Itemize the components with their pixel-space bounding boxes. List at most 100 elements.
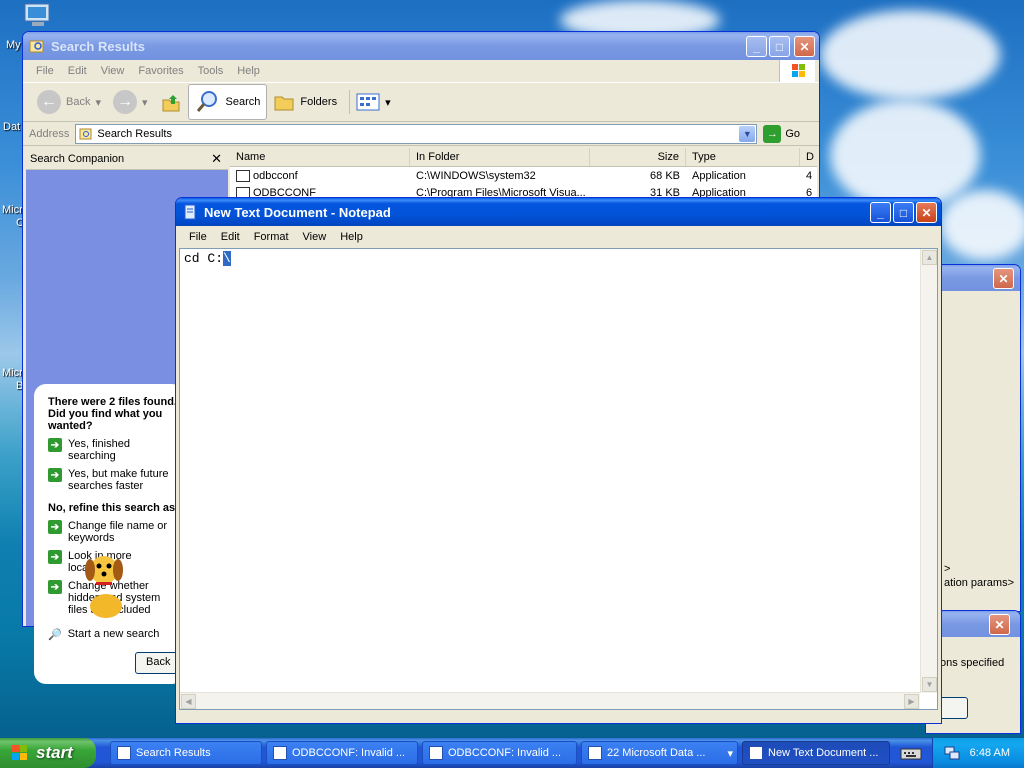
up-folder-button[interactable] [154, 88, 188, 116]
notepad-selection: \ [223, 251, 231, 266]
desktop-label-dat[interactable]: Dat [3, 121, 20, 133]
go-label: Go [785, 127, 801, 140]
taskbar-item-microsoft-data[interactable]: 22 Microsoft Data ... ▾ [581, 741, 738, 765]
search-results-title: Search Results [51, 38, 145, 54]
menu-help[interactable]: Help [333, 229, 370, 245]
search-window-icon [29, 40, 44, 53]
go-button[interactable]: → Go [763, 124, 801, 143]
companion-option[interactable]: ➔ Yes, finished searching [48, 438, 178, 462]
keyboard-icon[interactable] [900, 745, 922, 761]
scroll-up-icon[interactable]: ▲ [922, 250, 937, 265]
table-row[interactable]: odbcconf C:\WINDOWS\system32 68 KB Appli… [230, 167, 817, 184]
start-new-search[interactable]: 🔎 Start a new search [48, 628, 178, 641]
scroll-down-icon[interactable]: ▼ [922, 677, 937, 692]
search-label: Search [225, 96, 261, 108]
desktop-label-my[interactable]: My [6, 39, 21, 51]
folders-button[interactable]: Folders [267, 89, 343, 115]
my-computer-icon[interactable] [22, 2, 54, 30]
close-button[interactable]: ✕ [794, 36, 815, 57]
windows-logo-icon [779, 60, 815, 82]
menu-help[interactable]: Help [230, 63, 267, 79]
close-icon[interactable]: ✕ [993, 268, 1014, 289]
companion-heading: There were 2 files found. Did you find w… [48, 396, 177, 432]
arrow-right-icon: ➔ [48, 580, 62, 594]
taskbar-item-odbcconf-2[interactable]: ODBCCONF: Invalid ... [422, 741, 577, 765]
column-name[interactable]: Name [230, 148, 410, 166]
close-button[interactable]: ✕ [916, 202, 937, 223]
chevron-down-icon: ▾ [727, 747, 733, 760]
search-dog-icon[interactable] [76, 548, 136, 620]
forward-button[interactable]: → ▾ [107, 87, 154, 117]
desktop-label-micr[interactable]: Micr [2, 204, 23, 216]
horizontal-scrollbar[interactable]: ◀ ▶ [180, 692, 920, 709]
start-button[interactable]: start [0, 738, 96, 768]
search-button[interactable]: Search [187, 84, 268, 120]
minimize-button[interactable]: _ [870, 202, 891, 223]
menu-tools[interactable]: Tools [191, 63, 231, 79]
minimize-button[interactable]: _ [746, 36, 767, 57]
system-tray: 6:48 AM [932, 738, 1024, 768]
companion-option[interactable]: ➔ Yes, but make future searches faster [48, 468, 178, 492]
close-icon[interactable]: ✕ [211, 151, 222, 167]
taskbar-item-label: 22 Microsoft Data ... [607, 747, 706, 759]
menu-view[interactable]: View [94, 63, 132, 79]
arrow-right-icon: ➔ [48, 550, 62, 564]
menu-format[interactable]: Format [247, 229, 296, 245]
companion-option-label: Yes, but make future searches faster [68, 468, 169, 492]
notepad-icon [749, 746, 763, 760]
arrow-right-icon: ➔ [48, 468, 62, 482]
notepad-titlebar[interactable]: New Text Document - Notepad _ □ ✕ [176, 198, 941, 226]
column-in-folder[interactable]: In Folder [410, 148, 590, 166]
maximize-button[interactable]: □ [769, 36, 790, 57]
menu-edit[interactable]: Edit [61, 63, 94, 79]
taskbar-item-notepad[interactable]: New Text Document ... [742, 741, 890, 765]
arrow-right-icon: ➔ [48, 438, 62, 452]
address-label: Address [29, 127, 70, 140]
close-icon[interactable]: ✕ [989, 614, 1010, 635]
folders-icon [274, 96, 294, 111]
up-folder-icon [162, 95, 180, 112]
window-icon [588, 746, 602, 760]
row-size: 68 KB [650, 169, 680, 182]
start-new-search-label: Start a new search [67, 628, 160, 640]
search-icon: 🔎 [48, 629, 62, 641]
row-folder: C:\WINDOWS\system32 [416, 169, 536, 182]
taskbar-item-odbcconf-1[interactable]: ODBCCONF: Invalid ... [266, 741, 418, 765]
network-icon[interactable] [944, 745, 960, 761]
scroll-left-icon[interactable]: ◀ [181, 694, 196, 709]
desktop-label-micr-2[interactable]: Micr [2, 367, 23, 379]
row-type: Application [692, 169, 746, 182]
column-size[interactable]: Size [590, 148, 686, 166]
address-field[interactable]: Search Results ▼ [75, 123, 758, 144]
chevron-down-icon[interactable]: ▼ [739, 125, 756, 142]
taskbar-item-search-results[interactable]: Search Results [110, 741, 262, 765]
application-icon [236, 169, 250, 182]
notepad-menubar: File Edit Format View Help [176, 226, 941, 248]
search-results-titlebar[interactable]: Search Results _ □ ✕ [23, 32, 819, 60]
chevron-down-icon: ▾ [95, 96, 101, 109]
maximize-button[interactable]: □ [893, 202, 914, 223]
menu-view[interactable]: View [296, 229, 334, 245]
notepad-window[interactable]: New Text Document - Notepad _ □ ✕ File E… [175, 197, 942, 724]
search-icon [196, 91, 217, 112]
row-date: 4 [806, 169, 813, 182]
menu-favorites[interactable]: Favorites [131, 63, 190, 79]
views-button[interactable]: ▾ [349, 90, 397, 114]
companion-refine-option[interactable]: ➔ Change file name or keywords [48, 520, 178, 544]
back-button[interactable]: ← Back ▾ [31, 87, 107, 117]
clock[interactable]: 6:48 AM [970, 747, 1010, 759]
start-label: start [36, 743, 73, 762]
notepad-text-area[interactable]: cd C:\ ▲ ▼ ◀ ▶ [179, 248, 938, 710]
column-date[interactable]: D [800, 148, 817, 166]
menu-file[interactable]: File [182, 229, 214, 245]
menu-file[interactable]: File [29, 63, 61, 79]
menu-edit[interactable]: Edit [214, 229, 247, 245]
search-companion-bubble: There were 2 files found. Did you find w… [34, 384, 195, 684]
companion-option-label: Yes, finished searching [68, 438, 130, 462]
search-results-icon [79, 128, 92, 139]
vertical-scrollbar[interactable]: ▲ ▼ [920, 249, 937, 693]
search-toolbar: ← Back ▾ → ▾ Search Folders ▾ [23, 82, 819, 122]
search-companion-header: Search Companion ✕ [26, 148, 228, 170]
scroll-right-icon[interactable]: ▶ [904, 694, 919, 709]
column-type[interactable]: Type [686, 148, 800, 166]
